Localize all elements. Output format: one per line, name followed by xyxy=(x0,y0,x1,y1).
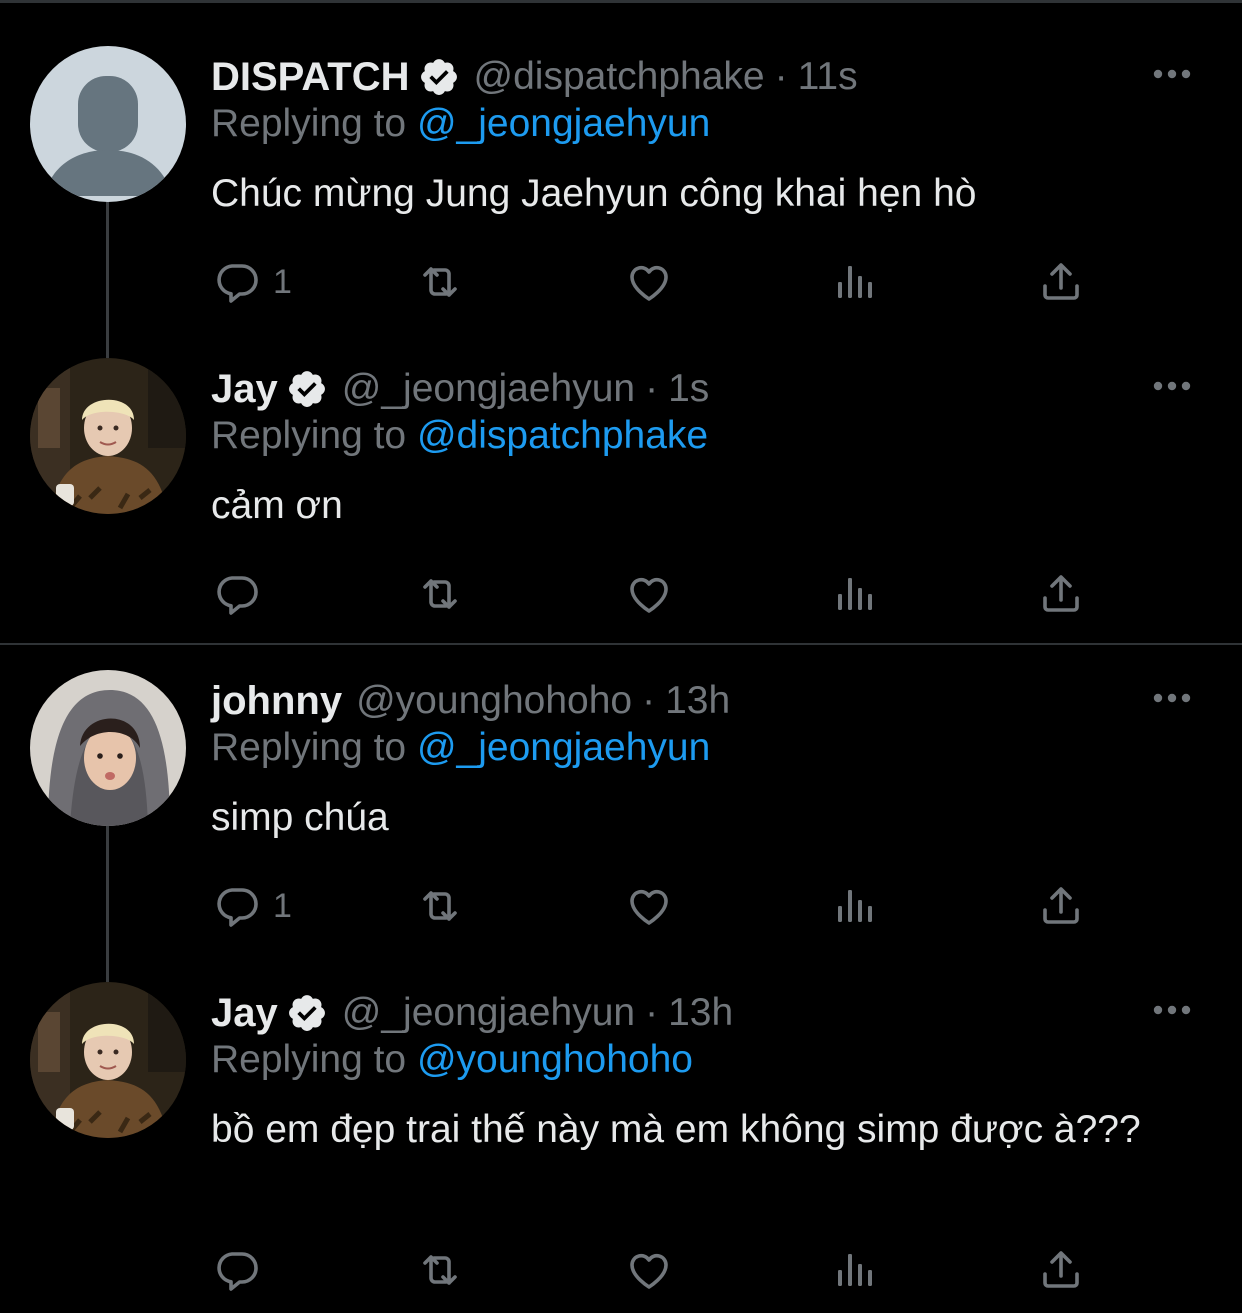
share-icon xyxy=(1037,570,1085,618)
display-name[interactable]: Jay xyxy=(211,367,278,412)
replying-to-link[interactable]: @dispatchphake xyxy=(417,414,708,457)
share-button[interactable] xyxy=(1037,1244,1085,1296)
profile-photo-hood[interactable] xyxy=(30,670,186,826)
reply-icon xyxy=(213,258,261,306)
separator: · xyxy=(774,55,788,98)
retweet-icon xyxy=(416,570,464,618)
replying-to-line: Replying to @_jeongjaehyun xyxy=(211,102,710,146)
replying-to-line: Replying to @_jeongjaehyun xyxy=(211,726,710,770)
tweet-actions xyxy=(211,1244,1111,1304)
like-button[interactable] xyxy=(625,1244,673,1296)
user-handle[interactable]: @dispatchphake xyxy=(474,55,765,99)
tweet-text: Chúc mừng Jung Jaehyun công khai hẹn hò xyxy=(211,172,977,215)
more-icon[interactable] xyxy=(1152,692,1192,704)
tweet-header: Jay @_jeongjaehyun · 13h xyxy=(211,988,733,1038)
retweet-icon xyxy=(416,258,464,306)
tweet-header: johnny @younghohoho · 13h xyxy=(211,676,730,726)
display-name[interactable]: DISPATCH xyxy=(211,55,410,100)
share-button[interactable] xyxy=(1037,880,1085,932)
views-icon xyxy=(831,1246,879,1294)
user-handle[interactable]: @younghohoho xyxy=(356,679,632,723)
like-icon xyxy=(625,258,673,306)
views-icon xyxy=(831,258,879,306)
display-name[interactable]: Jay xyxy=(211,991,278,1036)
separator: · xyxy=(645,991,659,1034)
verified-badge-icon xyxy=(286,992,328,1034)
reply-icon xyxy=(213,882,261,930)
tweet-text: simp chúa xyxy=(211,796,389,839)
retweet-button[interactable] xyxy=(416,1244,464,1296)
replying-to-label: Replying to xyxy=(211,414,407,457)
profile-photo-blond[interactable] xyxy=(30,982,186,1138)
timestamp[interactable]: 13h xyxy=(665,679,730,723)
tweet-header: Jay @_jeongjaehyun · 1s xyxy=(211,364,709,414)
views-button[interactable] xyxy=(831,1244,879,1296)
reply-count: 1 xyxy=(273,262,292,301)
timestamp[interactable]: 13h xyxy=(668,991,733,1035)
top-border xyxy=(0,0,1242,3)
default-avatar-icon[interactable] xyxy=(30,46,186,202)
replying-to-label: Replying to xyxy=(211,102,407,145)
like-icon xyxy=(625,570,673,618)
replying-to-line: Replying to @younghohoho xyxy=(211,1038,693,1082)
replying-to-line: Replying to @dispatchphake xyxy=(211,414,708,458)
like-icon xyxy=(625,882,673,930)
verified-badge-icon xyxy=(418,56,460,98)
retweet-button[interactable] xyxy=(416,568,464,620)
share-button[interactable] xyxy=(1037,568,1085,620)
share-button[interactable] xyxy=(1037,256,1085,308)
tweet-actions: 1 xyxy=(211,880,1111,940)
more-icon[interactable] xyxy=(1152,1004,1192,1016)
replying-to-link[interactable]: @_jeongjaehyun xyxy=(417,726,710,769)
retweet-icon xyxy=(416,1246,464,1294)
like-button[interactable] xyxy=(625,880,673,932)
share-icon xyxy=(1037,1246,1085,1294)
tweet-actions xyxy=(211,568,1111,628)
more-icon[interactable] xyxy=(1152,68,1192,80)
views-button[interactable] xyxy=(831,256,879,308)
replying-to-label: Replying to xyxy=(211,726,407,769)
views-icon xyxy=(831,882,879,930)
reply-button[interactable] xyxy=(213,1244,273,1296)
verified-badge-icon xyxy=(286,368,328,410)
display-name[interactable]: johnny xyxy=(211,679,342,724)
conversation-divider xyxy=(0,643,1242,645)
tweet-text: cảm ơn xyxy=(211,484,343,527)
like-button[interactable] xyxy=(625,256,673,308)
timestamp[interactable]: 11s xyxy=(798,55,858,99)
replying-to-link[interactable]: @younghohoho xyxy=(417,1038,693,1081)
like-icon xyxy=(625,1246,673,1294)
like-button[interactable] xyxy=(625,568,673,620)
tweet-text: bồ em đẹp trai thế này mà em không simp … xyxy=(211,1108,1141,1151)
views-button[interactable] xyxy=(831,880,879,932)
retweet-button[interactable] xyxy=(416,880,464,932)
reply-icon xyxy=(213,1246,261,1294)
thread-connector-line xyxy=(106,200,109,358)
user-handle[interactable]: @_jeongjaehyun xyxy=(342,991,635,1035)
thread-connector-line xyxy=(106,826,109,982)
share-icon xyxy=(1037,258,1085,306)
more-icon[interactable] xyxy=(1152,380,1192,392)
reply-button[interactable] xyxy=(213,568,273,620)
tweet-actions: 1 xyxy=(211,256,1111,316)
reply-button[interactable]: 1 xyxy=(213,256,292,308)
views-icon xyxy=(831,570,879,618)
reply-button[interactable]: 1 xyxy=(213,880,292,932)
profile-photo-blond[interactable] xyxy=(30,358,186,514)
share-icon xyxy=(1037,882,1085,930)
replying-to-link[interactable]: @_jeongjaehyun xyxy=(417,102,710,145)
retweet-button[interactable] xyxy=(416,256,464,308)
reply-count: 1 xyxy=(273,886,292,925)
user-handle[interactable]: @_jeongjaehyun xyxy=(342,367,635,411)
views-button[interactable] xyxy=(831,568,879,620)
timestamp[interactable]: 1s xyxy=(668,367,709,411)
separator: · xyxy=(645,367,659,410)
replying-to-label: Replying to xyxy=(211,1038,407,1081)
tweet-header: DISPATCH @dispatchphake · 11s xyxy=(211,52,858,102)
retweet-icon xyxy=(416,882,464,930)
separator: · xyxy=(642,679,656,722)
reply-icon xyxy=(213,570,261,618)
